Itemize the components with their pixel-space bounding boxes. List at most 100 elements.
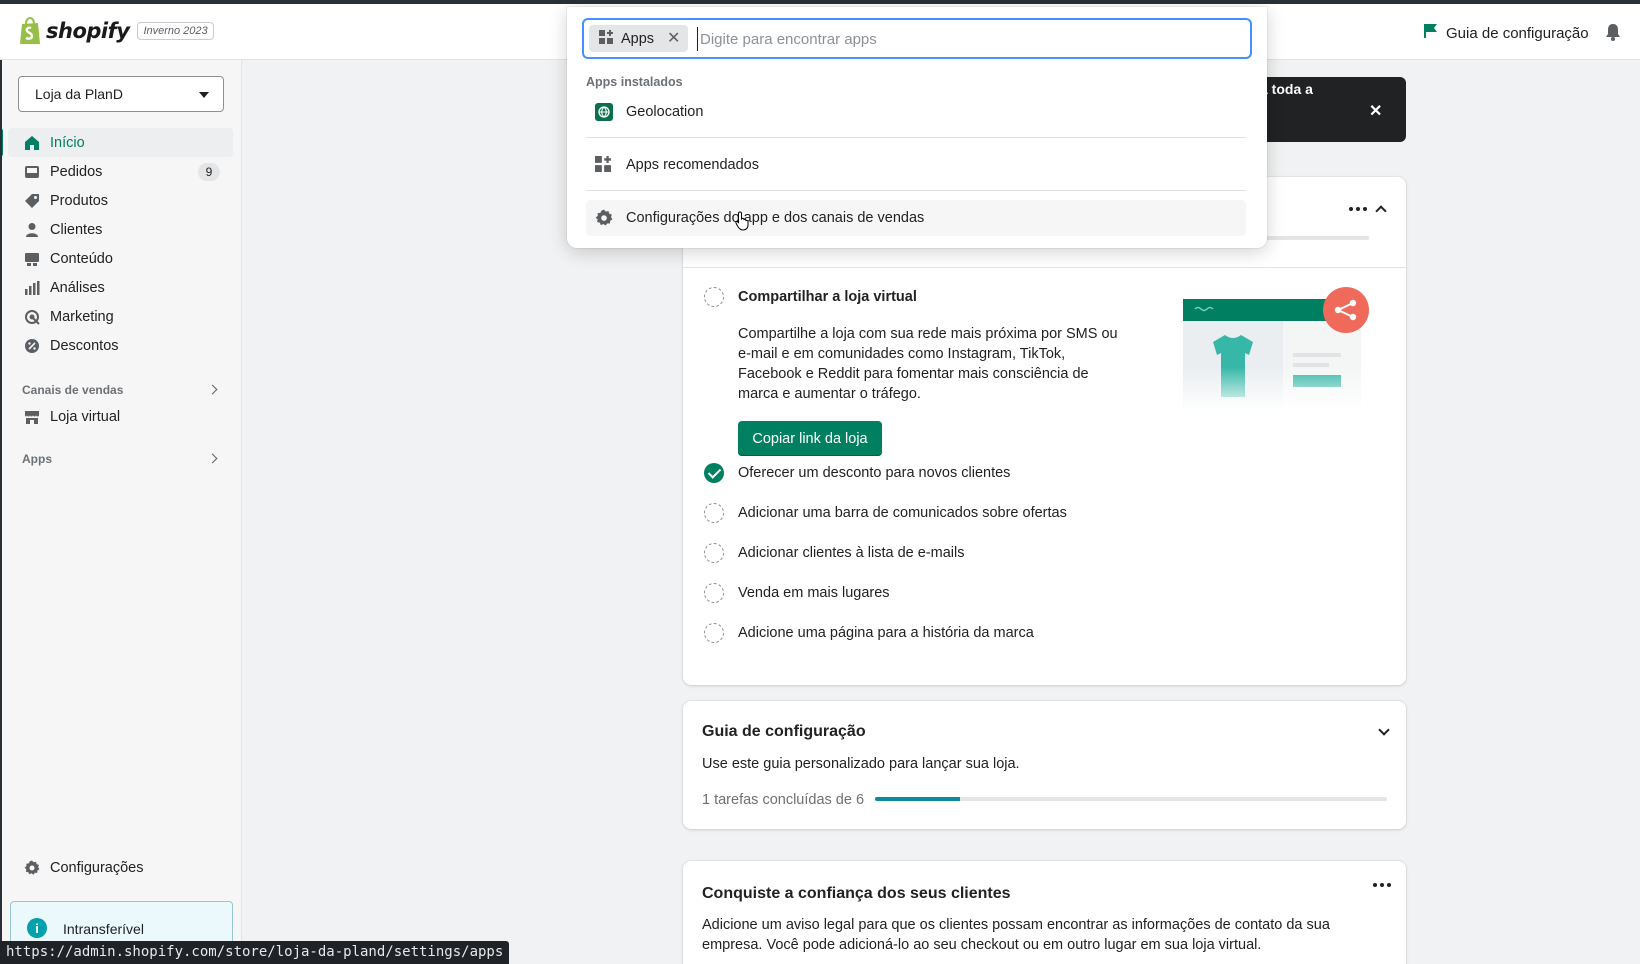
- sales-channels-label: Canais de vendas: [22, 383, 124, 397]
- app-settings-label: Configurações do app e dos canais de ven…: [626, 210, 925, 226]
- recommended-apps-label: Apps recomendados: [626, 157, 759, 173]
- trust-card: Conquiste a confiança dos seus clientes …: [683, 861, 1406, 964]
- shopify-bag-icon: [18, 16, 42, 45]
- sidebar-item-produtos[interactable]: Produtos: [0, 186, 242, 215]
- card-divider: [683, 267, 1406, 268]
- sidebar-item-label: Pedidos: [50, 163, 103, 180]
- task-label: Adicione uma página para a história da m…: [738, 625, 1034, 641]
- edition-badge[interactable]: Inverno 2023: [137, 22, 214, 40]
- apps-heading[interactable]: Apps: [0, 447, 242, 471]
- orders-icon: [24, 164, 40, 180]
- chip-label: Apps: [621, 30, 655, 47]
- chevron-right-icon: [207, 453, 218, 464]
- popover-divider: [586, 190, 1246, 191]
- sidebar-nav: Início Pedidos 9 Produtos Clientes Conte…: [0, 128, 242, 471]
- status-bar-url: https://admin.shopify.com/store/loja-da-…: [0, 941, 510, 964]
- trust-card-title: Conquiste a confiança dos seus clientes: [702, 885, 1011, 902]
- more-actions-icon[interactable]: [1349, 207, 1367, 211]
- task-label: Venda em mais lugares: [738, 585, 890, 601]
- task-label: Compartilhar a loja virtual: [738, 289, 917, 305]
- chevron-down-icon[interactable]: [1378, 724, 1390, 736]
- info-icon: i: [27, 918, 47, 938]
- shopify-logo[interactable]: shopify Inverno 2023: [18, 16, 214, 45]
- apps-filter-chip[interactable]: Apps ✕: [589, 25, 688, 52]
- apps-grid-icon: [599, 29, 613, 48]
- remove-chip-icon[interactable]: ✕: [667, 28, 680, 48]
- app-search-input[interactable]: [697, 27, 1237, 51]
- more-actions-icon[interactable]: [1373, 883, 1391, 887]
- task-label: Adicionar clientes à lista de e-mails: [738, 545, 965, 561]
- installed-app-geolocation[interactable]: Geolocation: [586, 94, 1246, 130]
- task-item[interactable]: Venda em mais lugares: [704, 583, 890, 603]
- globe-icon: [595, 103, 613, 121]
- sidebar-item-marketing[interactable]: Marketing: [0, 302, 242, 331]
- sidebar-item-configuracoes[interactable]: Configurações: [0, 853, 242, 882]
- tag-icon: [24, 193, 40, 209]
- marketing-icon: [24, 309, 40, 325]
- setup-guide-label: Guia de configuração: [1446, 24, 1589, 42]
- banner-text: a toda a: [1260, 81, 1313, 97]
- sidebar-item-clientes[interactable]: Clientes: [0, 215, 242, 244]
- task-label: Adicionar uma barra de comunicados sobre…: [738, 505, 1067, 521]
- store-selector[interactable]: Loja da PlanD: [18, 76, 224, 112]
- flag-icon: [1424, 23, 1438, 43]
- task-status-icon: [704, 543, 724, 563]
- share-store-illustration: [1183, 287, 1373, 412]
- task-label: Oferecer um desconto para novos clientes: [738, 465, 1011, 481]
- app-settings-link[interactable]: Configurações do app e dos canais de ven…: [586, 200, 1246, 236]
- task-item[interactable]: Adicione uma página para a história da m…: [704, 623, 1034, 643]
- setup-guide-progress-text: 1 tarefas concluídas de 6: [702, 792, 865, 808]
- gear-icon: [595, 209, 613, 227]
- sidebar-item-label: Início: [50, 134, 85, 151]
- app-search-popover: Apps ✕ Apps instalados Geolocation Apps …: [567, 7, 1267, 248]
- sidebar-item-label: Descontos: [50, 337, 119, 354]
- chevron-up-icon[interactable]: [1375, 205, 1387, 217]
- analytics-icon: [24, 280, 40, 296]
- task-item[interactable]: Oferecer um desconto para novos clientes: [704, 463, 1010, 483]
- copy-store-link-button[interactable]: Copiar link da loja: [738, 421, 882, 456]
- recommended-apps-link[interactable]: Apps recomendados: [586, 147, 1246, 183]
- app-search-box[interactable]: Apps ✕: [582, 18, 1252, 59]
- home-icon: [24, 135, 40, 151]
- discount-icon: [24, 338, 40, 354]
- sidebar-item-pedidos[interactable]: Pedidos 9: [0, 157, 242, 186]
- app-name: Geolocation: [626, 104, 704, 120]
- sidebar: Loja da PlanD Início Pedidos 9 Produtos …: [0, 60, 242, 964]
- share-store-card: Compartilhar a loja virtual Compartilhe …: [683, 177, 1406, 685]
- gear-icon: [24, 860, 40, 876]
- popover-divider: [586, 137, 1246, 138]
- task-item[interactable]: Adicionar uma barra de comunicados sobre…: [704, 503, 1067, 523]
- sidebar-item-label: Produtos: [50, 192, 109, 209]
- close-icon[interactable]: ✕: [1369, 101, 1382, 121]
- bell-icon[interactable]: [1605, 23, 1621, 44]
- task-share-store[interactable]: Compartilhar a loja virtual: [704, 287, 917, 307]
- task-item[interactable]: Adicionar clientes à lista de e-mails: [704, 543, 964, 563]
- checkmark-icon: [704, 463, 724, 483]
- sidebar-item-label: Marketing: [50, 308, 114, 325]
- sidebar-item-loja-virtual[interactable]: Loja virtual: [0, 402, 242, 431]
- sidebar-item-inicio[interactable]: Início: [0, 128, 233, 157]
- task-status-icon: [704, 287, 724, 307]
- setup-guide-progress-fill: [875, 797, 961, 801]
- setup-guide-subtitle: Use este guia personalizado para lançar …: [702, 756, 1020, 772]
- sidebar-item-label: Análises: [50, 279, 105, 296]
- sidebar-item-label: Conteúdo: [50, 250, 113, 267]
- setup-guide-link[interactable]: Guia de configuração: [1424, 23, 1589, 43]
- store-icon: [24, 409, 40, 425]
- hand-cursor-icon: [735, 211, 751, 234]
- brand-wordmark: shopify: [46, 19, 130, 43]
- apps-grid-icon: [595, 156, 613, 174]
- nontransferable-label: Intransferível: [63, 921, 144, 937]
- store-name: Loja da PlanD: [35, 86, 123, 102]
- sidebar-item-descontos[interactable]: Descontos: [0, 331, 242, 360]
- task-status-icon: [704, 503, 724, 523]
- chevron-right-icon: [207, 384, 218, 395]
- task-description: Compartilhe a loja com sua rede mais pró…: [738, 326, 1118, 402]
- caret-down-icon: [199, 92, 209, 98]
- sidebar-item-analises[interactable]: Análises: [0, 273, 242, 302]
- sidebar-item-conteudo[interactable]: Conteúdo: [0, 244, 242, 273]
- setup-guide-title: Guia de configuração: [702, 723, 866, 740]
- sales-channels-heading[interactable]: Canais de vendas: [0, 378, 242, 402]
- setup-guide-progress-bar: [875, 797, 1387, 801]
